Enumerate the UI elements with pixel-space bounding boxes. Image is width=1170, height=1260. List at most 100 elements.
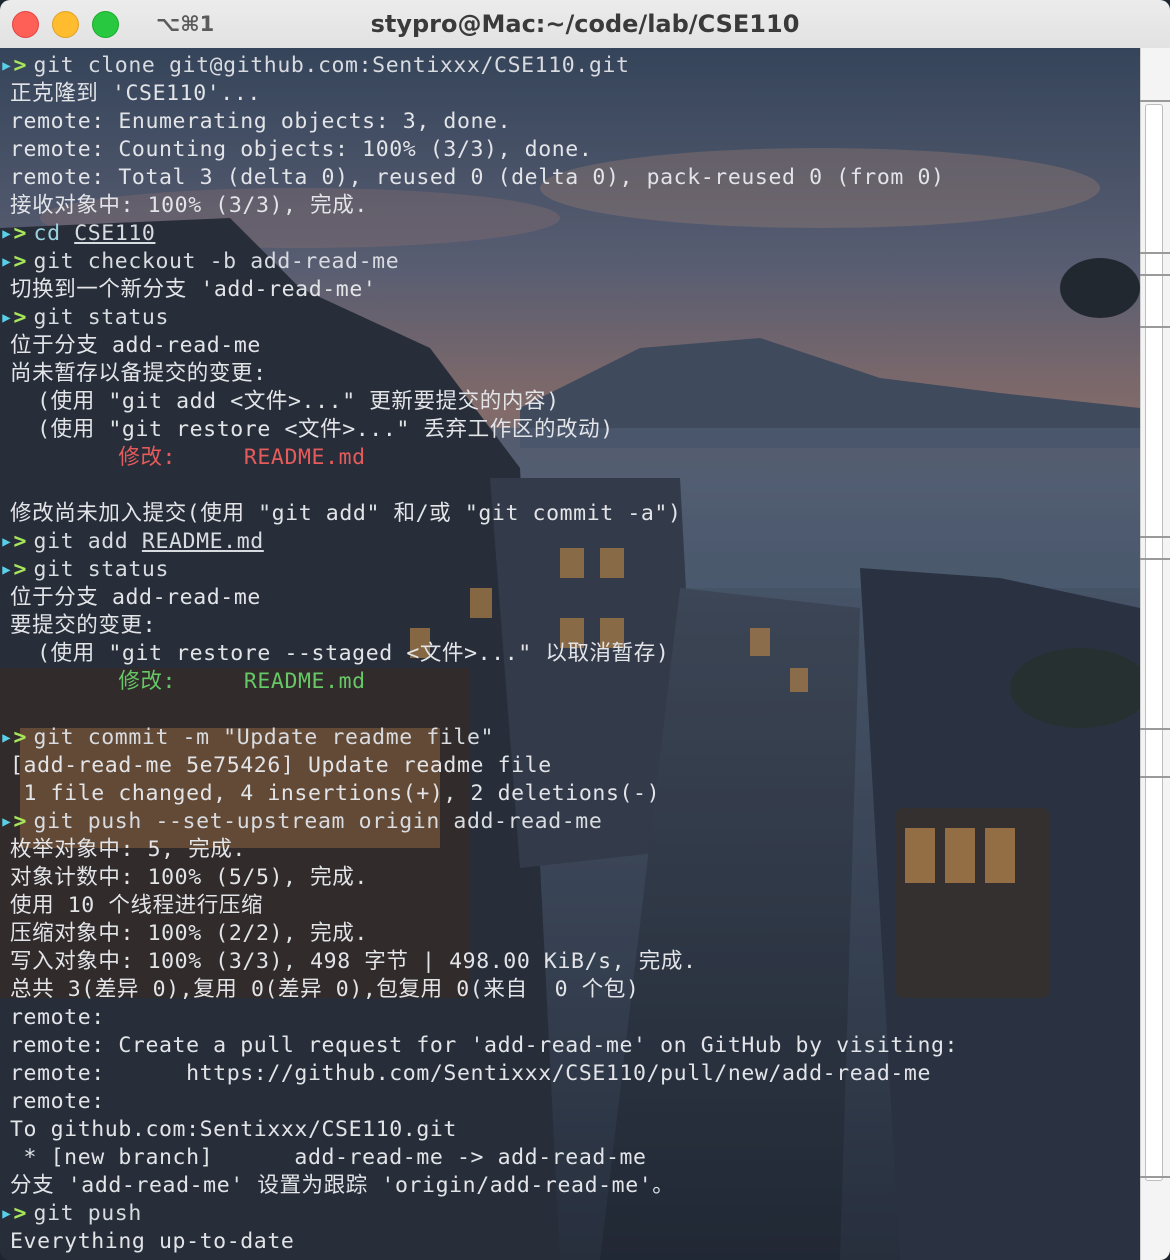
- output-line: remote: Counting objects: 100% (3/3), do…: [0, 136, 1140, 164]
- scroll-marker: [1140, 100, 1170, 102]
- output-line: [add-read-me 5e75426] Update readme file: [0, 752, 1140, 780]
- output-line: (使用 "git restore --staged <文件>..." 以取消暂存…: [0, 640, 1140, 668]
- output-line: (使用 "git restore <文件>..." 丢弃工作区的改动): [0, 416, 1140, 444]
- prompt-line: ▸> cd CSE110: [0, 220, 1140, 248]
- output-text: 位于分支 add-read-me: [10, 585, 261, 610]
- prompt-icon: ▸>: [0, 529, 28, 554]
- output-line: 接收对象中: 100% (3/3), 完成.: [0, 192, 1140, 220]
- prompt-line: ▸> git add README.md: [0, 528, 1140, 556]
- output-text: 枚举对象中: 5, 完成.: [10, 837, 246, 862]
- output-line: 使用 10 个线程进行压缩: [0, 892, 1140, 920]
- output-text: remote:: [10, 1005, 105, 1030]
- scroll-marker: [1140, 776, 1170, 778]
- file-status-line: 修改: README.md: [0, 444, 1140, 472]
- scroll-marker: [1140, 326, 1170, 328]
- output-line: Everything up-to-date: [0, 1228, 1140, 1256]
- output-text: remote: Enumerating objects: 3, done.: [10, 109, 512, 134]
- prompt-line: ▸> git push --set-upstream origin add-re…: [0, 808, 1140, 836]
- output-line: (使用 "git add <文件>..." 更新要提交的内容): [0, 388, 1140, 416]
- output-line: 尚未暂存以备提交的变更:: [0, 360, 1140, 388]
- prompt-icon: ▸>: [0, 809, 28, 834]
- output-line: 位于分支 add-read-me: [0, 584, 1140, 612]
- prompt-icon: ▸>: [0, 725, 28, 750]
- command-text: git add: [20, 529, 142, 554]
- prompt-line: ▸> git push: [0, 1200, 1140, 1228]
- output-text: 1 file changed, 4 insertions(+), 2 delet…: [10, 781, 661, 806]
- scroll-marker: [1140, 274, 1170, 276]
- output-text: 要提交的变更:: [10, 613, 157, 638]
- command-text: git push --set-upstream origin add-read-…: [20, 809, 603, 834]
- output-text: remote: Create a pull request for 'add-r…: [10, 1033, 959, 1058]
- output-text: * [new branch] add-read-me -> add-read-m…: [10, 1145, 647, 1170]
- output-text: 切换到一个新分支 'add-read-me': [10, 277, 377, 302]
- output-line: 要提交的变更:: [0, 612, 1140, 640]
- output-text: Everything up-to-date: [10, 1229, 295, 1254]
- command-text: git status: [20, 557, 169, 582]
- scroll-marker: [1140, 558, 1170, 560]
- output-line: 枚举对象中: 5, 完成.: [0, 836, 1140, 864]
- command-text: git clone git@github.com:Sentixxx/CSE110…: [20, 53, 630, 78]
- output-text: 压缩对象中: 100% (2/2), 完成.: [10, 921, 368, 946]
- scroll-marker: [1140, 728, 1170, 730]
- terminal-content[interactable]: ▸> git clone git@github.com:Sentixxx/CSE…: [0, 48, 1140, 1260]
- scrollbar-track[interactable]: [1145, 104, 1163, 1181]
- window-title: stypro@Mac:~/code/lab/CSE110: [370, 10, 800, 38]
- scroll-marker: [1140, 252, 1170, 254]
- terminal-output[interactable]: ▸> git clone git@github.com:Sentixxx/CSE…: [0, 52, 1140, 1256]
- output-text: 使用 10 个线程进行压缩: [10, 893, 264, 918]
- prompt-line: ▸> git status: [0, 556, 1140, 584]
- output-text: 对象计数中: 100% (5/5), 完成.: [10, 865, 368, 890]
- output-text: remote:: [10, 1089, 105, 1114]
- output-text: 位于分支 add-read-me: [10, 333, 261, 358]
- output-text: 分支 'add-read-me' 设置为跟踪 'origin/add-read-…: [10, 1173, 675, 1198]
- output-text: 正克隆到 'CSE110'...: [10, 81, 261, 106]
- output-line: 写入对象中: 100% (3/3), 498 字节 | 498.00 KiB/s…: [0, 948, 1140, 976]
- prompt-line: ▸> git status: [0, 304, 1140, 332]
- output-text: 尚未暂存以备提交的变更:: [10, 361, 267, 386]
- command-text: git checkout -b add-read-me: [20, 249, 400, 274]
- prompt-icon: ▸>: [0, 305, 28, 330]
- prompt-icon: ▸>: [0, 249, 28, 274]
- output-text: (使用 "git restore <文件>..." 丢弃工作区的改动): [10, 417, 614, 442]
- prompt-icon: ▸>: [0, 53, 28, 78]
- output-line: 正克隆到 'CSE110'...: [0, 80, 1140, 108]
- command-text: git push: [20, 1201, 142, 1226]
- output-text: remote: https://github.com/Sentixxx/CSE1…: [10, 1061, 931, 1086]
- output-text: 修改尚未加入提交(使用 "git add" 和/或 "git commit -a…: [10, 501, 682, 526]
- output-line: remote:: [0, 1088, 1140, 1116]
- output-text: [add-read-me 5e75426] Update readme file: [10, 753, 552, 778]
- output-text: 写入对象中: 100% (3/3), 498 字节 | 498.00 KiB/s…: [10, 949, 697, 974]
- prompt-line: ▸> git clone git@github.com:Sentixxx/CSE…: [0, 52, 1140, 80]
- output-line: 压缩对象中: 100% (2/2), 完成.: [0, 920, 1140, 948]
- prompt-icon: ▸>: [0, 221, 28, 246]
- output-text: remote: Counting objects: 100% (3/3), do…: [10, 137, 593, 162]
- output-line: 切换到一个新分支 'add-read-me': [0, 276, 1140, 304]
- output-line: 分支 'add-read-me' 设置为跟踪 'origin/add-read-…: [0, 1172, 1140, 1200]
- prompt-icon: ▸>: [0, 557, 28, 582]
- title-bar[interactable]: ⌥⌘1 stypro@Mac:~/code/lab/CSE110: [0, 0, 1170, 49]
- command-text: git commit -m "Update readme file": [20, 725, 495, 750]
- prompt-line: ▸> git checkout -b add-read-me: [0, 248, 1140, 276]
- scroll-marker: [1140, 536, 1170, 538]
- terminal-window: ⌥⌘1 stypro@Mac:~/code/lab/CSE110 ▸> git …: [0, 0, 1170, 1260]
- output-line: remote: https://github.com/Sentixxx/CSE1…: [0, 1060, 1140, 1088]
- command-text: git status: [20, 305, 169, 330]
- command-argument[interactable]: CSE110: [74, 221, 155, 246]
- prompt-icon: ▸>: [0, 1201, 28, 1226]
- output-line: 修改尚未加入提交(使用 "git add" 和/或 "git commit -a…: [0, 500, 1140, 528]
- output-text: 修改: README.md: [10, 669, 366, 694]
- output-text: (使用 "git add <文件>..." 更新要提交的内容): [10, 389, 560, 414]
- command-argument[interactable]: README.md: [142, 529, 264, 554]
- output-line: 对象计数中: 100% (5/5), 完成.: [0, 864, 1140, 892]
- scroll-marker: [1140, 1176, 1170, 1178]
- file-status-line: 修改: README.md: [0, 668, 1140, 696]
- output-line: remote: Total 3 (delta 0), reused 0 (del…: [0, 164, 1140, 192]
- output-text: 修改: README.md: [10, 445, 366, 470]
- output-text: 总共 3(差异 0),复用 0(差异 0),包复用 0(来自 0 个包): [10, 977, 640, 1002]
- output-line: remote:: [0, 1004, 1140, 1032]
- command-text: cd: [20, 221, 75, 246]
- output-line: 位于分支 add-read-me: [0, 332, 1140, 360]
- prompt-line: ▸> git commit -m "Update readme file": [0, 724, 1140, 752]
